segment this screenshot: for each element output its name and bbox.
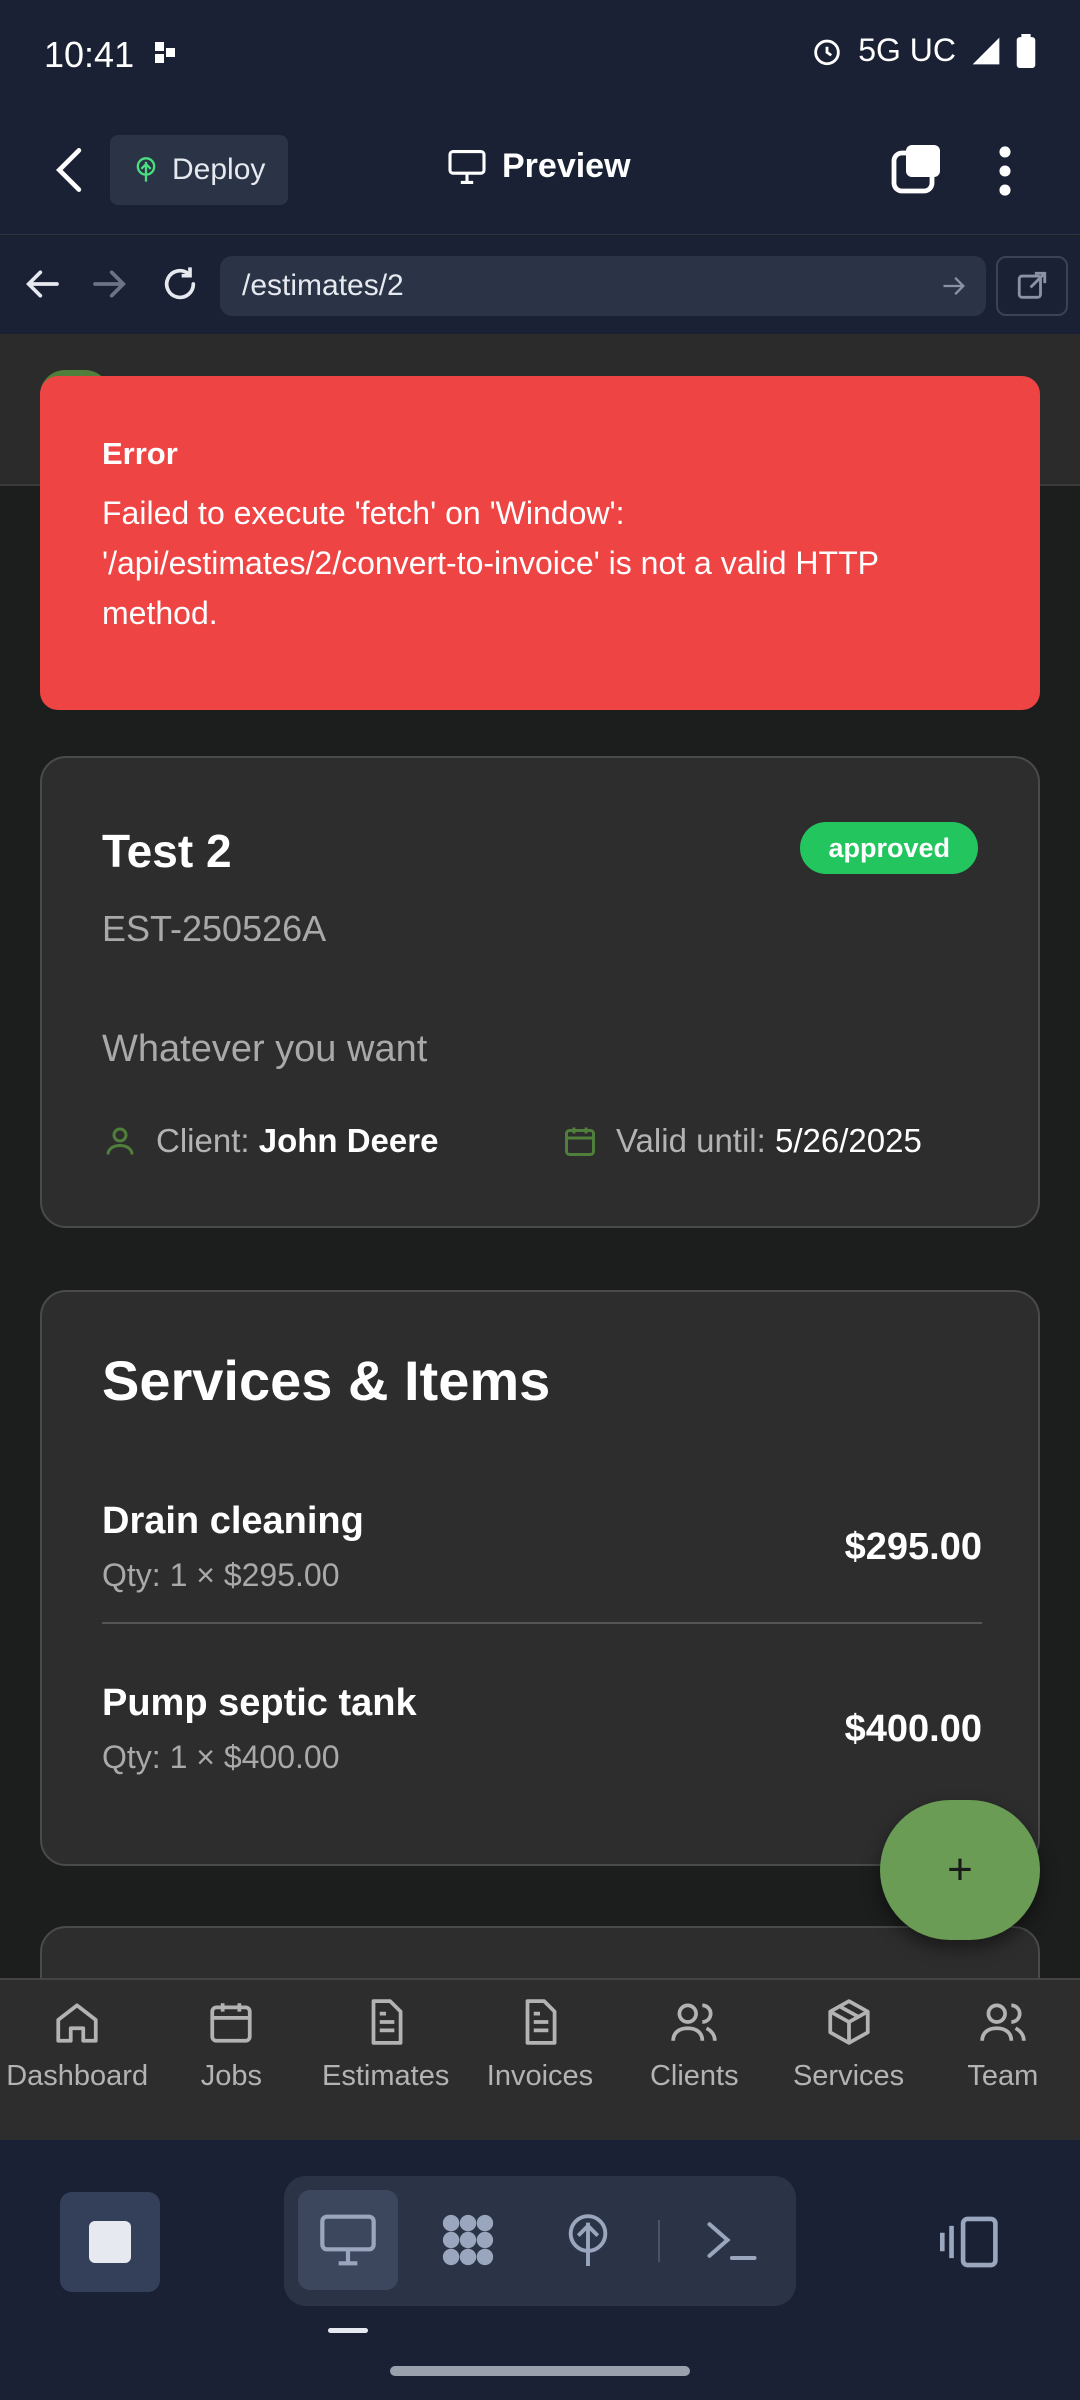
browser-forward-icon[interactable] [90,264,130,304]
reload-icon[interactable] [160,264,200,304]
tray-separator [658,2220,660,2262]
nav-label: Invoices [486,2060,594,2092]
service-item: Pump septic tank Qty: 1 × $400.00 $400.0… [102,1682,982,1776]
back-arrow-icon[interactable] [48,145,92,195]
preview-label: Preview [502,147,631,185]
page-content: Error Failed to execute 'fetch' on 'Wind… [0,334,1080,1978]
app-header: Deploy Preview [0,105,1080,235]
battery-icon [1016,33,1036,68]
user-icon [106,1127,134,1155]
estimate-description: Whatever you want [102,1028,428,1070]
external-link-icon [1017,271,1047,299]
document-icon [525,1999,557,2045]
estimate-card: Test 2 approved EST-250526A Whatever you… [40,756,1040,1228]
url-field[interactable]: /estimates/2 [220,256,986,316]
tool-switcher [284,2176,796,2306]
deploy-button[interactable]: Deploy [110,135,288,205]
deploy-icon [568,2214,608,2266]
stop-icon [89,2221,131,2263]
service-amount: $400.00 [844,1708,982,1750]
browser-bar: /estimates/2 [0,236,1080,334]
valid-until-meta: Valid until: 5/26/2025 [562,1122,922,1160]
go-arrow-icon[interactable] [940,272,968,300]
preview-tool-button[interactable] [298,2190,398,2290]
nav-label: Clients [649,2060,739,2092]
nav-label: Services [792,2060,905,2092]
bottom-nav: Dashboard Jobs Estimates Invoices Client… [0,1978,1080,2140]
stop-button[interactable] [60,2192,160,2292]
terminal-icon [707,2222,757,2261]
notification-icon [155,42,175,63]
url-text: /estimates/2 [242,269,404,302]
users-icon [980,2003,1026,2041]
service-amount: $295.00 [844,1526,982,1568]
open-external-button[interactable] [996,256,1068,316]
nav-item-clients[interactable]: Clients [617,1980,771,2140]
nav-item-team[interactable]: Team [926,1980,1080,2140]
nav-item-jobs[interactable]: Jobs [154,1980,308,2140]
users-icon [671,2003,717,2041]
workspace-toolbar [0,2140,1080,2400]
services-title: Services & Items [102,1349,551,1412]
valid-date: 5/26/2025 [774,1122,922,1159]
services-card: Services & Items Drain cleaning Qty: 1 ×… [40,1290,1040,1866]
monitor-icon [320,2214,376,2266]
more-options-icon[interactable] [990,145,1020,197]
add-icon: + [947,1845,973,1894]
calendar-icon [210,2003,253,2043]
client-name: John Deere [258,1122,439,1159]
shell-tool-button[interactable] [682,2190,782,2290]
monitor-icon [448,149,486,184]
nav-label: Team [967,2060,1039,2092]
document-icon [371,1999,403,2045]
nav-item-dashboard[interactable]: Dashboard [0,1980,154,2140]
active-indicator [328,2328,368,2333]
preview-title: Preview [448,147,631,186]
next-card [40,1926,1040,1978]
deploy-tool-button[interactable] [538,2190,638,2290]
deploy-label: Deploy [172,153,266,186]
nav-label: Jobs [200,2060,263,2092]
workflow-icon [442,2214,494,2266]
service-divider [102,1622,982,1624]
nav-item-invoices[interactable]: Invoices [463,1980,617,2140]
status-badge: approved [800,822,978,874]
home-icon [56,2003,98,2043]
estimate-title: Test 2 [102,825,232,877]
package-icon [827,1999,870,2045]
alarm-icon [814,39,840,65]
nav-label: Dashboard [6,2060,149,2092]
sidebar-toggle-icon[interactable] [940,2214,1000,2270]
add-button[interactable]: + [880,1800,1040,1940]
client-label: Client: [156,1122,250,1159]
nav-label: Estimates [322,2060,450,2092]
status-time: 10:41 [44,34,135,75]
status-right: 5G UC [810,32,1036,69]
estimate-number: EST-250526A [102,908,327,949]
nav-item-services[interactable]: Services [771,1980,925,2140]
error-message: Failed to execute 'fetch' on 'Window': '… [102,495,879,631]
client-meta: Client: John Deere [102,1122,438,1160]
deploy-icon [136,157,156,182]
workflow-tool-button[interactable] [418,2190,518,2290]
calendar-icon [565,1127,595,1156]
browser-back-icon[interactable] [22,264,62,304]
tabs-icon[interactable] [890,143,942,195]
valid-label: Valid until: [616,1122,766,1159]
nav-item-estimates[interactable]: Estimates [309,1980,463,2140]
error-title: Error [102,436,178,471]
service-item: Drain cleaning Qty: 1 × $295.00 $295.00 [102,1500,982,1594]
status-bar: 10:41 5G UC [0,0,1080,105]
signal-icon [972,37,1000,64]
network-type: 5G UC [858,32,956,68]
error-toast: Error Failed to execute 'fetch' on 'Wind… [40,376,1040,710]
home-indicator[interactable] [390,2366,690,2376]
